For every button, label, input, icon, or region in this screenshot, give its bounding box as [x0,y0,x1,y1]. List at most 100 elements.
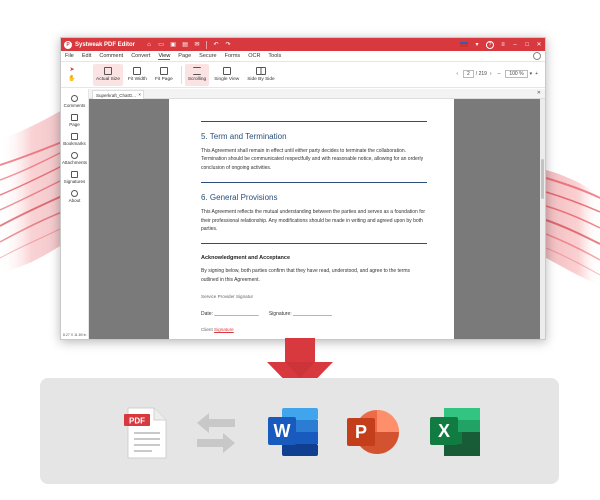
menu-edit[interactable]: Edit [82,53,91,59]
word-letter: W [274,421,291,441]
help-icon[interactable]: ? [486,40,494,49]
home-icon[interactable]: ⌂ [143,39,155,50]
select-cursor-icon[interactable]: ➤ [69,66,74,75]
powerpoint-icon[interactable]: P [345,407,399,457]
document-tab-label: Superkraft_ChatG... [96,93,137,98]
close-document-icon[interactable]: ✕ [537,90,541,96]
fit-page-button[interactable]: Fit Page [152,64,176,86]
section-divider [201,182,427,184]
actual-size-icon [104,67,112,75]
menu-secure[interactable]: Secure [199,53,216,59]
single-view-label: Single View [214,77,240,82]
actual-size-label: Actual Size [96,77,120,82]
redo-icon[interactable]: ↷ [222,39,234,50]
menu-comment[interactable]: Comment [99,53,123,59]
zoom-out-icon[interactable]: – [498,71,501,77]
provider-signature-label: Service Provider Signatur [201,294,254,300]
fit-page-icon [159,67,168,75]
signature-field[interactable]: Signature: ______________ [269,311,332,317]
close-tab-icon[interactable]: × [138,92,141,97]
view-toolbar: ➤ ✋ Actual Size Fit Width Fit Page Scrol… [61,62,545,88]
fit-width-icon [133,67,142,75]
open-file-icon[interactable]: ▭ [155,39,167,50]
hand-tool-icon[interactable]: ✋ [68,75,75,84]
save-icon[interactable]: ▣ [167,39,179,50]
menu-view[interactable]: View [158,53,171,60]
client-label: Client [201,327,213,333]
sidebar-item-comments[interactable]: Comments [63,95,86,108]
prev-page-icon[interactable]: ‹ [456,71,458,77]
section5-heading: 5. Term and Termination [201,132,287,141]
maximize-icon[interactable]: □ [521,39,533,50]
pdf-page: 5. Term and Termination This Agreement s… [169,99,454,339]
sidebar-item-label: Signatures [63,179,86,184]
section6-heading: 6. General Provisions [201,193,278,203]
minimize-icon[interactable]: – [509,39,521,50]
zoom-level-select[interactable]: 100 % [505,70,528,78]
sidebar-item-signatures[interactable]: Signatures [63,171,86,184]
sidebar-item-about[interactable]: About [69,190,80,203]
conversion-panel: PDF W P X [40,378,559,484]
menu-icon[interactable]: ≡ [497,39,509,50]
excel-icon[interactable]: X [428,407,482,457]
scrolling-button[interactable]: Scrolling [184,63,210,86]
scrollbar-thumb[interactable] [541,159,544,199]
pdf-badge-text: PDF [129,417,145,426]
section-divider [201,243,427,245]
promo-stage: P Systweak PDF Editor ⌂ ▭ ▣ ▤ ✉ ↶ ↷ ▾ ? … [0,0,600,500]
print-icon[interactable]: ▤ [179,39,191,50]
sidebar-item-label: Page [69,122,80,127]
actual-size-button[interactable]: Actual Size [93,63,123,86]
sidebar-item-bookmarks[interactable]: Bookmarks [63,133,86,146]
document-tab[interactable]: Superkraft_ChatG... × [92,90,144,99]
comments-icon [70,95,78,102]
close-icon[interactable]: ✕ [533,39,545,50]
side-by-side-button[interactable]: Side By Side [244,64,277,86]
signature-pen-icon [70,171,78,178]
client-signature-link[interactable]: Signature [214,327,234,332]
scrolling-label: Scrolling [187,77,207,82]
settings-gear-icon[interactable] [533,52,541,60]
undo-icon[interactable]: ↶ [210,39,222,50]
zoom-in-icon[interactable]: + [535,71,538,77]
editor-body: Comments Page Bookmarks Attachments Sign… [61,89,545,339]
page-number-input[interactable]: 2 [463,70,474,78]
language-dropdown-icon[interactable]: ▾ [471,39,483,50]
client-signature-line: Client Signature [201,327,427,332]
excel-letter: X [438,421,450,441]
section5-body: This Agreement shall remain in effect un… [201,148,424,171]
word-icon[interactable]: W [266,407,320,457]
date-field[interactable]: Date: ________________ [201,311,259,317]
sidebar-item-page[interactable]: Page [69,114,80,127]
menu-forms[interactable]: Forms [225,53,241,59]
page-total: / 219 [475,71,487,77]
menu-tools[interactable]: Tools [268,53,281,59]
section6-body: This Agreement reflects the mutual under… [201,209,426,233]
bookmark-icon [70,133,78,140]
zoom-dropdown-icon[interactable]: ▾ [530,71,533,77]
email-icon[interactable]: ✉ [191,39,203,50]
fit-page-label: Fit Page [154,77,173,82]
menu-convert[interactable]: Convert [131,53,150,59]
page-navigator: ‹ 2 / 219 › – 100 % ▾ + [453,70,541,78]
menu-bar: File Edit Comment Convert View Page Secu… [61,51,545,62]
page-icon [70,114,78,121]
sidebar-item-label: Comments [63,103,86,108]
menu-file[interactable]: File [65,53,74,59]
single-view-button[interactable]: Single View [211,64,242,86]
acknowledgment-heading: Acknowledgment and Acceptance [201,255,291,262]
fit-width-label: Fit Width [128,77,147,82]
next-page-icon[interactable]: › [490,71,492,77]
side-by-side-icon [255,67,266,75]
sidebar-item-attachments[interactable]: Attachments [62,152,87,165]
sidebar-item-label: Attachments [61,160,87,165]
menu-page[interactable]: Page [178,53,191,59]
single-view-icon [222,67,231,75]
vertical-scrollbar[interactable] [540,99,545,339]
page-dimensions: 8.27 X 11.69 in [63,333,87,337]
info-icon [70,190,78,197]
menu-ocr[interactable]: OCR [248,53,260,59]
fit-width-button[interactable]: Fit Width [125,64,150,86]
language-flag-icon[interactable] [460,42,468,47]
pdf-file-icon: PDF [124,407,167,459]
